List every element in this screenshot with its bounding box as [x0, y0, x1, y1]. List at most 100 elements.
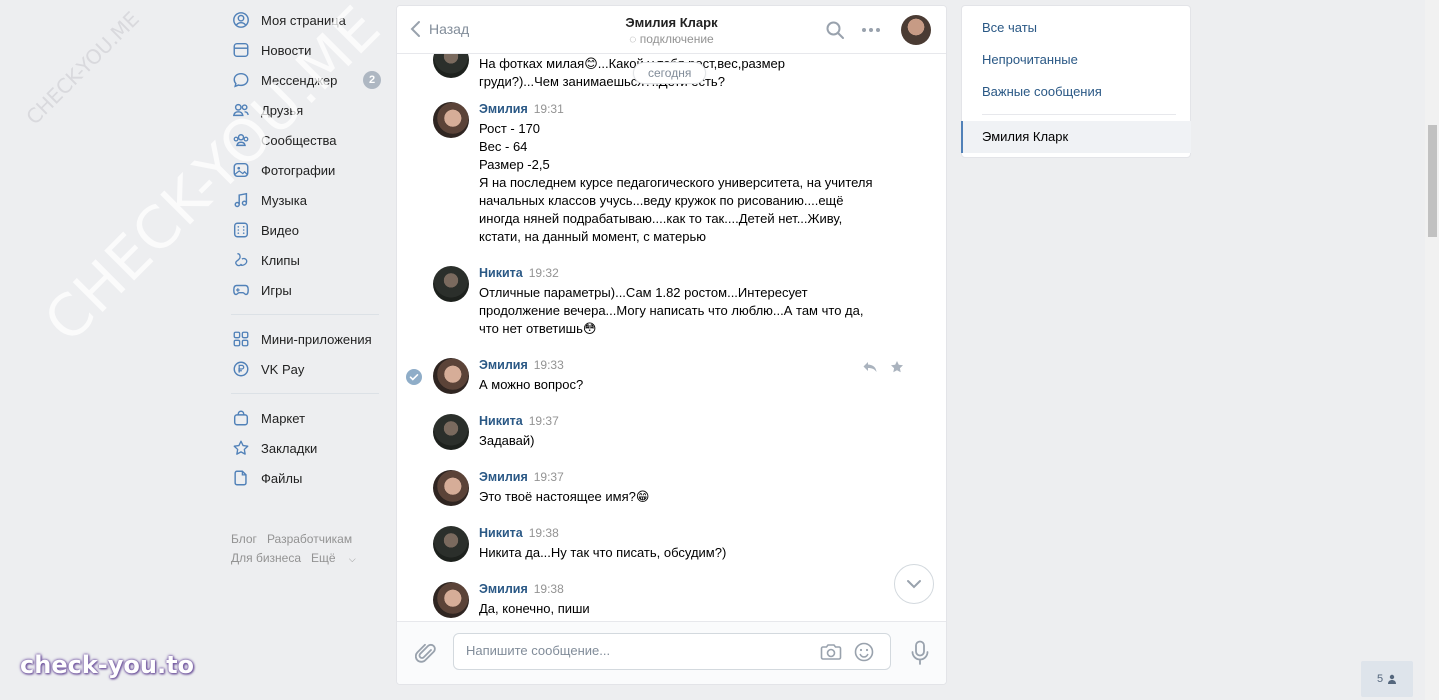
footer-link-more[interactable]: Ещё ⌵ [311, 551, 366, 565]
gamepad-icon [231, 280, 251, 300]
online-count: 5 [1376, 673, 1384, 685]
author-name: Эмилия [479, 102, 528, 116]
message-author[interactable]: Никита 19:32 [479, 266, 559, 280]
message-time: 19:37 [533, 470, 564, 484]
nav-item-news[interactable]: Новости [231, 35, 381, 65]
author-name: Эмилия [479, 582, 528, 596]
nav-label: Моя страница [261, 12, 346, 28]
message-author[interactable]: Эмилия 19:37 [479, 470, 564, 484]
filter-important[interactable]: Важные сообщения [982, 84, 1102, 99]
star-icon [231, 438, 251, 458]
nav-item-market[interactable]: Маркет [231, 403, 381, 433]
avatar[interactable] [433, 54, 469, 78]
scroll-down-button[interactable] [894, 564, 934, 604]
nav-item-communities[interactable]: Сообщества [231, 125, 381, 155]
nav-separator [231, 393, 379, 394]
avatar[interactable] [433, 102, 469, 138]
filter-all-chats[interactable]: Все чаты [982, 20, 1037, 35]
online-friends-button[interactable]: 5 [1361, 661, 1413, 697]
avatar[interactable] [433, 414, 469, 450]
chevron-down-icon [907, 580, 921, 589]
nav-item-mini-apps[interactable]: Мини-приложения [231, 324, 381, 354]
select-checkmark-icon[interactable] [406, 369, 422, 385]
nav-label: Новости [261, 42, 312, 58]
message-text: А можно вопрос? [479, 377, 584, 392]
peer-status-text: подключение [639, 32, 714, 46]
nav-label: VK Pay [261, 361, 305, 377]
message-author[interactable]: Никита 19:37 [479, 414, 559, 428]
nav-item-bookmarks[interactable]: Закладки [231, 433, 381, 463]
video-icon [231, 220, 251, 240]
footer-link-business[interactable]: Для бизнеса [231, 551, 301, 565]
friends-icon [231, 100, 251, 120]
message-time: 19:38 [533, 582, 564, 596]
author-name: Никита [479, 526, 523, 540]
nav-label: Маркет [261, 410, 306, 426]
message-author[interactable]: Эмилия 19:31 [479, 102, 564, 116]
message-time: 19:38 [528, 526, 559, 540]
loading-spinner-icon: ◌ [629, 32, 637, 46]
footer-link-more-label: Ещё [311, 551, 336, 565]
message-input[interactable] [466, 643, 806, 658]
message-text: Это твоё настоящее имя?😁 [479, 489, 650, 504]
message-time: 19:37 [528, 414, 559, 428]
nav-label: Мини-приложения [261, 331, 372, 347]
footer-link-blog[interactable]: Блог [231, 532, 257, 546]
nav-item-friends[interactable]: Друзья [231, 95, 381, 125]
camera-icon[interactable] [820, 642, 842, 662]
avatar[interactable] [433, 526, 469, 562]
author-name: Никита [479, 266, 523, 280]
reply-icon[interactable] [862, 360, 878, 374]
left-nav: Моя страница Новости Мессенджер 2 Друзья… [231, 5, 381, 493]
chat-header: Назад Эмилия Кларк ◌ подключение [397, 6, 946, 54]
nav-item-vk-pay[interactable]: VK Pay [231, 354, 381, 384]
message-author[interactable]: Никита 19:38 [479, 526, 559, 540]
active-chat-item[interactable]: Эмилия Кларк [961, 121, 1191, 153]
avatar[interactable] [433, 470, 469, 506]
watermark-diagonal-small: CHECK-YOU.ME [21, 6, 144, 130]
message-author[interactable]: Эмилия 19:33 [479, 358, 564, 372]
more-icon[interactable] [861, 26, 881, 34]
message-text: Отличные параметры)...Сам 1.82 ростом...… [479, 285, 864, 336]
date-separator: сегодня [633, 62, 707, 84]
file-icon [231, 468, 251, 488]
paperclip-icon[interactable] [415, 642, 437, 666]
page-scrollbar[interactable] [1425, 0, 1439, 700]
nav-item-my-page[interactable]: Моя страница [231, 5, 381, 35]
nav-item-music[interactable]: Музыка [231, 185, 381, 215]
chat-filters-panel: Все чаты Непрочитанные Важные сообщения … [961, 5, 1191, 158]
microphone-icon[interactable] [910, 640, 930, 666]
nav-item-photos[interactable]: Фотографии [231, 155, 381, 185]
emoji-icon[interactable] [854, 642, 874, 662]
nav-label: Файлы [261, 470, 303, 486]
nav-item-video[interactable]: Видео [231, 215, 381, 245]
message-history: сегодня На фотках милая😊...Какой у тебя … [397, 54, 946, 622]
nav-item-files[interactable]: Файлы [231, 463, 381, 493]
author-name: Эмилия [479, 470, 528, 484]
watermark-bottom: check-you.to [20, 651, 195, 679]
message-text: Да, конечно, пиши [479, 601, 590, 616]
nav-label: Музыка [261, 192, 307, 208]
nav-label: Закладки [261, 440, 318, 456]
active-chat-label: Эмилия Кларк [982, 129, 1069, 144]
filter-unread[interactable]: Непрочитанные [982, 52, 1078, 67]
composer [397, 621, 946, 684]
unread-badge: 2 [363, 71, 381, 89]
nav-label: Друзья [261, 102, 304, 118]
message-input-box [453, 633, 891, 670]
search-icon[interactable] [825, 20, 845, 40]
scrollbar-thumb[interactable] [1428, 125, 1437, 237]
avatar[interactable] [433, 266, 469, 302]
star-icon[interactable] [890, 360, 904, 374]
message-author[interactable]: Эмилия 19:38 [479, 582, 564, 596]
footer-link-developers[interactable]: Разработчикам [267, 532, 352, 546]
nav-item-messenger[interactable]: Мессенджер 2 [231, 65, 381, 95]
market-bag-icon [231, 408, 251, 428]
nav-label: Фотографии [261, 162, 336, 178]
avatar[interactable] [433, 358, 469, 394]
nav-item-clips[interactable]: Клипы [231, 245, 381, 275]
peer-avatar[interactable] [901, 15, 931, 45]
avatar[interactable] [433, 582, 469, 618]
message-time: 19:33 [533, 358, 564, 372]
nav-item-games[interactable]: Игры [231, 275, 381, 305]
